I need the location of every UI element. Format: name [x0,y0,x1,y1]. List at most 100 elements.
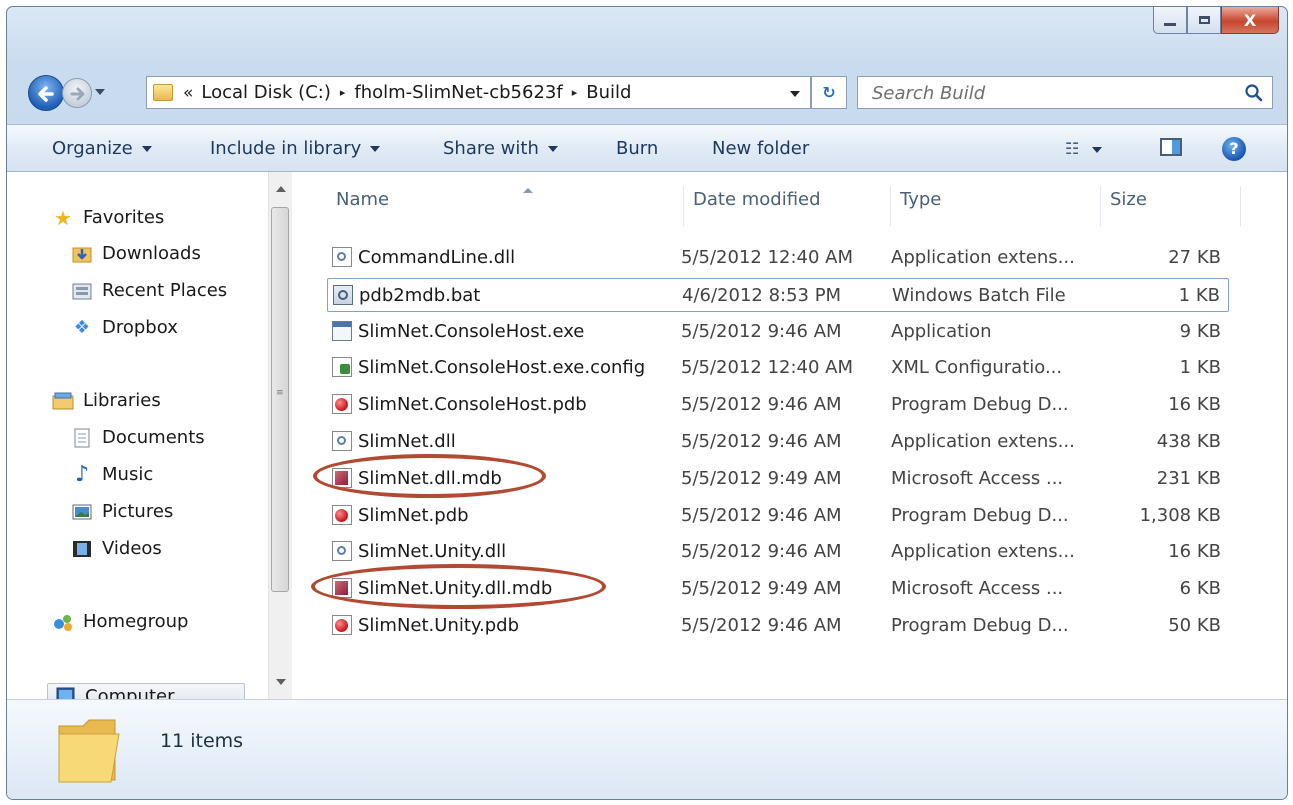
file-row[interactable]: SlimNet.dll.mdb 5/5/2012 9:49 AM Microsoft… [327,462,1229,496]
refresh-button[interactable]: ↻ [811,76,847,109]
file-row[interactable]: SlimNet.ConsoleHost.exe 5/5/2012 9:46 AM A… [327,315,1229,349]
nav-homegroup[interactable]: Homegroup [52,611,188,632]
address-row: « Local Disk (C:) ▸ fholm-SlimNet-cb5623… [7,73,1287,113]
nav-recent-places[interactable]: Recent Places [71,280,227,301]
nav-label: Videos [102,538,162,559]
breadcrumb-separator-icon[interactable]: ▸ [572,86,578,99]
nav-favorites[interactable]: ★ Favorites [52,206,165,230]
file-size: 6 KB [1179,578,1221,600]
config-file-icon [332,357,352,378]
scroll-up-icon[interactable] [276,186,286,192]
file-date-modified: 5/5/2012 9:46 AM [681,504,842,526]
breadcrumb-local-disk[interactable]: Local Disk (C:) [201,82,330,103]
file-row[interactable]: SlimNet.Unity.dll.mdb 5/5/2012 9:49 AM Mic… [327,572,1229,606]
address-dropdown-icon[interactable] [790,91,800,97]
breadcrumb-project-folder[interactable]: fholm-SlimNet-cb5623f [354,82,562,103]
file-row[interactable]: SlimNet.ConsoleHost.pdb 5/5/2012 9:46 AM P… [327,388,1229,422]
file-type: Application [891,320,992,342]
file-row[interactable]: SlimNet.Unity.pdb 5/5/2012 9:46 AM Program… [327,609,1229,643]
file-date-modified: 5/5/2012 9:46 AM [681,615,842,636]
file-row[interactable]: SlimNet.Unity.dll 5/5/2012 9:46 AM Applica… [327,535,1229,569]
organize-button[interactable]: Organize [52,138,152,159]
nav-pictures[interactable]: Pictures [71,501,173,522]
nav-music[interactable]: ♪ Music [71,462,154,487]
folder-icon [58,719,120,783]
file-size: 16 KB [1168,541,1221,563]
file-row[interactable]: SlimNet.dll 5/5/2012 9:46 AM Application e… [327,425,1229,459]
file-row[interactable]: pdb2mdb.bat 4/6/2012 8:53 PM Windows Batch… [327,277,1229,312]
nav-dropbox[interactable]: ❖ Dropbox [71,317,178,338]
view-options-dropdown[interactable] [1092,147,1102,153]
nav-label: Documents [102,427,205,448]
file-type: Application extens... [891,247,1075,268]
file-size: 1 KB [1179,357,1221,379]
back-button[interactable] [28,75,64,111]
file-date-modified: 4/6/2012 8:53 PM [682,284,842,306]
column-header-type[interactable]: Type [891,186,1101,226]
nav-label: Downloads [102,243,201,264]
file-size: 50 KB [1168,615,1221,636]
file-type: Windows Batch File [892,284,1066,306]
column-header-date-modified[interactable]: Date modified [684,186,891,226]
include-in-library-label: Include in library [210,138,362,159]
search-input[interactable] [870,81,1234,105]
nav-label: Favorites [83,207,165,228]
column-label: Date modified [693,189,821,210]
scroll-down-icon[interactable] [276,679,286,685]
nav-label: Recent Places [102,280,228,301]
file-size: 16 KB [1168,394,1221,416]
column-label: Type [900,189,942,210]
column-header-name[interactable]: Name [327,186,684,226]
file-date-modified: 5/5/2012 9:49 AM [681,467,842,489]
back-arrow-icon [38,86,54,102]
access-db-icon [332,578,352,599]
column-header-size[interactable]: Size [1101,186,1241,226]
breadcrumb-separator-icon[interactable]: ▸ [340,86,346,99]
column-label: Size [1110,189,1147,210]
new-folder-button[interactable]: New folder [712,138,809,159]
search-icon[interactable] [1244,83,1264,103]
nav-downloads[interactable]: Downloads [71,243,201,264]
nav-videos[interactable]: Videos [71,538,162,559]
address-bar[interactable]: « Local Disk (C:) ▸ fholm-SlimNet-cb5623… [146,76,811,109]
file-name: SlimNet.ConsoleHost.exe [358,320,585,342]
nav-label: Music [102,464,154,485]
file-date-modified: 5/5/2012 9:46 AM [681,431,842,452]
file-name: pdb2mdb.bat [359,284,481,306]
grip-icon: ≡ [276,388,284,398]
file-size: 9 KB [1179,320,1221,342]
overflow-chevron[interactable]: « [183,83,193,103]
file-type: XML Configuratio... [891,357,1063,379]
maximize-button[interactable] [1187,7,1221,34]
search-box[interactable] [857,76,1273,109]
dll-icon [332,431,352,451]
minimize-icon [1164,22,1176,26]
include-in-library-button[interactable]: Include in library [210,138,381,159]
organize-label: Organize [52,138,133,159]
nav-documents[interactable]: Documents [71,427,205,448]
file-row[interactable]: SlimNet.pdb 5/5/2012 9:46 AM Program Debug… [327,499,1229,533]
change-view-icon[interactable]: ☷ [1065,139,1079,158]
burn-button[interactable]: Burn [616,138,658,159]
file-name: SlimNet.Unity.dll [358,541,507,563]
forward-button[interactable] [62,78,92,108]
scrollbar-thumb[interactable]: ≡ [271,207,289,592]
file-row[interactable]: SlimNet.ConsoleHost.exe.config 5/5/2012 1… [327,351,1229,385]
column-label: Name [336,189,390,210]
content-area: ★ Favorites Downloads Recent Places ❖ Drop… [7,172,1287,710]
documents-icon [71,428,93,448]
nav-scrollbar[interactable]: ≡ [268,172,292,699]
burn-label: Burn [616,138,659,159]
file-date-modified: 5/5/2012 9:46 AM [681,394,842,416]
dropbox-icon: ❖ [73,317,91,338]
minimize-button[interactable] [1153,7,1187,34]
file-row[interactable]: CommandLine.dll 5/5/2012 12:40 AM Applicat… [327,241,1229,275]
details-pane: 11 items [7,699,1287,799]
close-button[interactable]: X [1221,7,1279,34]
recent-pages-dropdown[interactable] [95,89,105,95]
nav-libraries[interactable]: Libraries [52,390,161,411]
breadcrumb-build[interactable]: Build [586,82,631,103]
share-with-button[interactable]: Share with [443,138,558,159]
help-icon[interactable]: ? [1222,137,1246,161]
preview-pane-icon[interactable] [1160,138,1182,156]
